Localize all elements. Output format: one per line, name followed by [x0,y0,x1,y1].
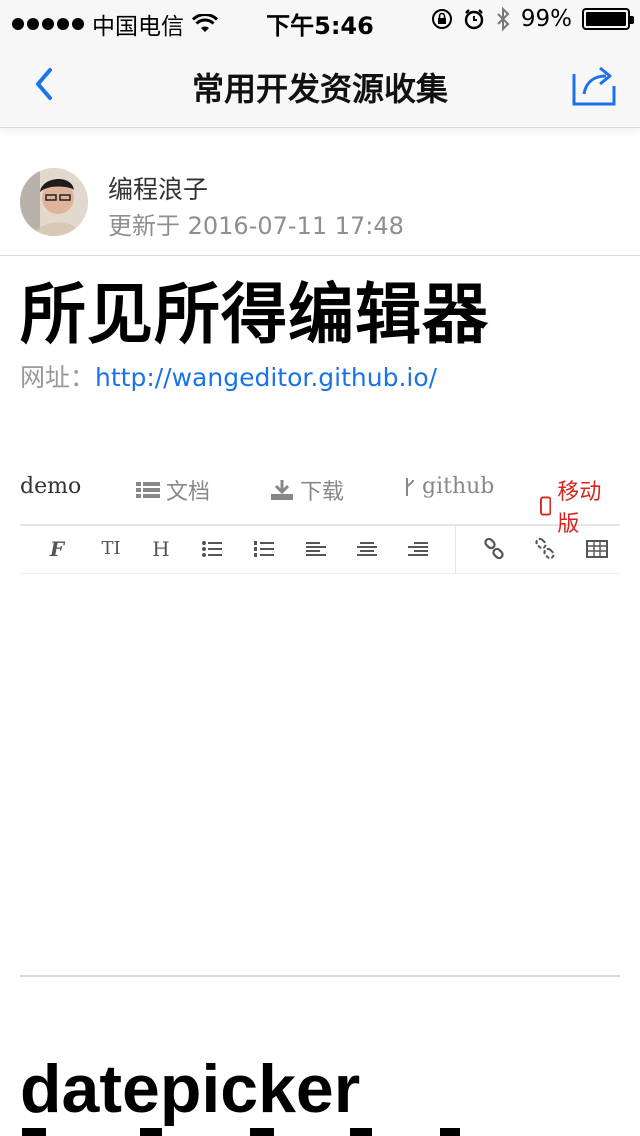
font-size-tool-icon: TI [101,538,121,559]
article-heading: 所见所得编辑器 [20,276,489,353]
tab-download: 下载 [270,474,344,506]
unlink-icon [535,537,555,560]
update-time: 更新于 2016-07-11 17:48 [108,212,404,240]
battery-percent: 99% [520,6,572,32]
bluetooth-icon [497,7,510,31]
share-button[interactable] [570,60,620,110]
avatar-image [20,168,88,236]
editor-toolbar: F TI H [20,526,620,574]
share-icon [572,66,616,106]
ordered-list-icon [254,541,274,557]
author-card: 编程浪子 更新于 2016-07-11 17:48 [0,148,640,256]
align-left-icon [306,542,326,556]
phone-icon [540,496,552,516]
status-bar: 中国电信 下午5:46 99% [0,0,640,40]
navigation-bar: 常用开发资源收集 [0,40,640,128]
next-section-heading: datepicker [20,1051,361,1127]
list-icon [136,482,160,498]
section-divider [20,975,620,977]
battery-icon [582,8,634,30]
link-icon [484,537,504,560]
orientation-lock-icon [431,9,452,29]
article-section: 所见所得编辑器 网址：http://wangeditor.github.io/ [20,270,620,396]
tab-github: github [404,474,494,499]
url-link[interactable]: http://wangeditor.github.io/ [95,363,437,392]
partially-visible-text [22,1128,460,1136]
status-right: 99% [431,6,634,32]
download-icon [271,480,293,500]
editor-preview-image: demo 文档 下载 github 移动版 F TI H [20,460,620,980]
alarm-icon [464,9,484,30]
url-line: 网址：http://wangeditor.github.io/ [20,360,620,396]
editor-tabbar: demo 文档 下载 github 移动版 [20,460,620,537]
branch-icon [406,477,414,496]
tab-demo: demo [20,474,82,499]
table-icon [586,540,608,558]
font-tool-icon: F [49,537,65,561]
align-center-icon [357,542,377,556]
tab-docs: 文档 [136,474,210,506]
bullet-list-icon [202,541,222,557]
battery-fill [586,12,626,26]
author-name[interactable]: 编程浪子 [108,170,208,206]
url-label: 网址： [20,363,96,392]
heading-tool-icon: H [152,537,170,561]
page-title: 常用开发资源收集 [191,70,448,108]
align-right-icon [408,542,428,556]
avatar[interactable] [20,168,88,236]
